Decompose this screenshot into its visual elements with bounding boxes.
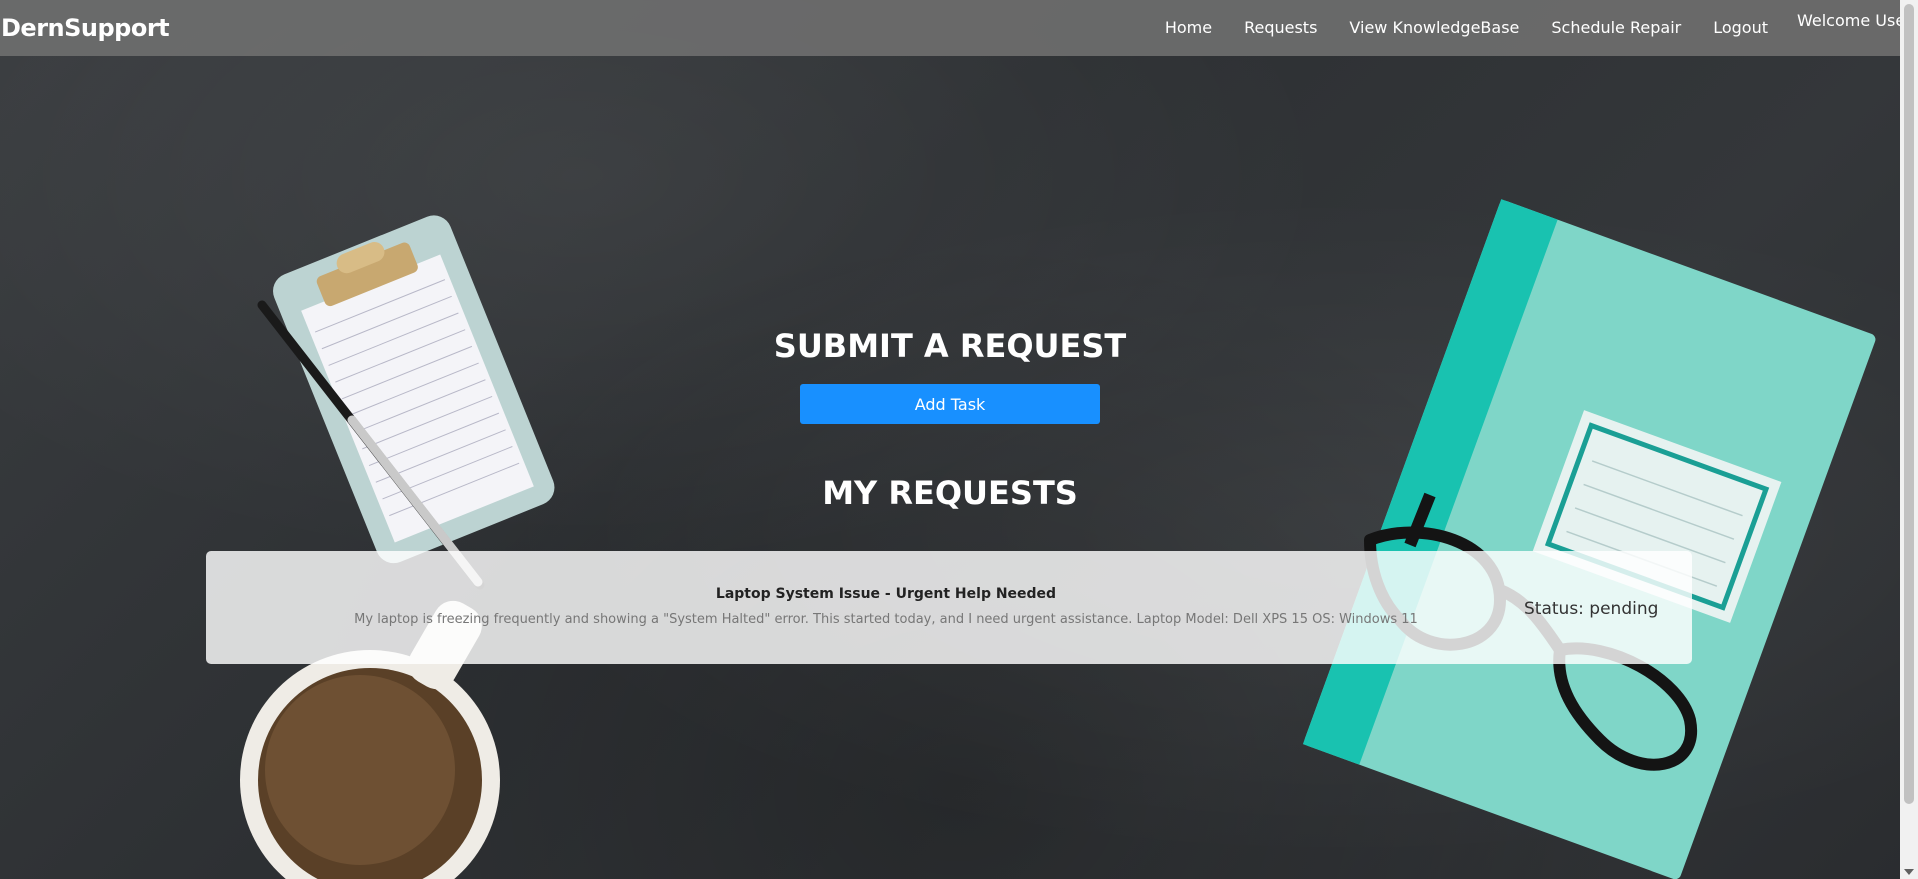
- request-card[interactable]: Laptop System Issue - Urgent Help Needed…: [206, 551, 1692, 664]
- submit-request-title: SUBMIT A REQUEST: [773, 327, 1127, 365]
- top-navbar: DernSupport Home Requests View Knowledge…: [0, 0, 1912, 56]
- vertical-scrollbar[interactable]: [1900, 0, 1918, 879]
- brand-logo[interactable]: DernSupport: [1, 14, 170, 42]
- nav-schedule-repair[interactable]: Schedule Repair: [1551, 18, 1681, 37]
- request-description: My laptop is freezing frequently and sho…: [354, 612, 1418, 627]
- page: DernSupport Home Requests View Knowledge…: [0, 0, 1918, 879]
- request-status: Status: pending: [1524, 599, 1659, 619]
- background-image: [240, 199, 1876, 879]
- nav-links: Home Requests View KnowledgeBase Schedul…: [1133, 18, 1768, 37]
- nav-logout[interactable]: Logout: [1713, 18, 1768, 37]
- nav-knowledgebase[interactable]: View KnowledgeBase: [1349, 18, 1519, 37]
- welcome-text: Welcome User: [1797, 11, 1912, 30]
- request-title: Laptop System Issue - Urgent Help Needed: [715, 586, 1057, 602]
- add-task-button[interactable]: Add Task: [800, 384, 1100, 424]
- scrollbar-thumb[interactable]: [1904, 4, 1914, 804]
- scroll-down-arrow-icon[interactable]: [1904, 869, 1914, 875]
- nav-home[interactable]: Home: [1165, 18, 1212, 37]
- my-requests-title: MY REQUESTS: [822, 474, 1078, 512]
- clipboard-illustration: [273, 215, 555, 564]
- nav-requests[interactable]: Requests: [1244, 18, 1317, 37]
